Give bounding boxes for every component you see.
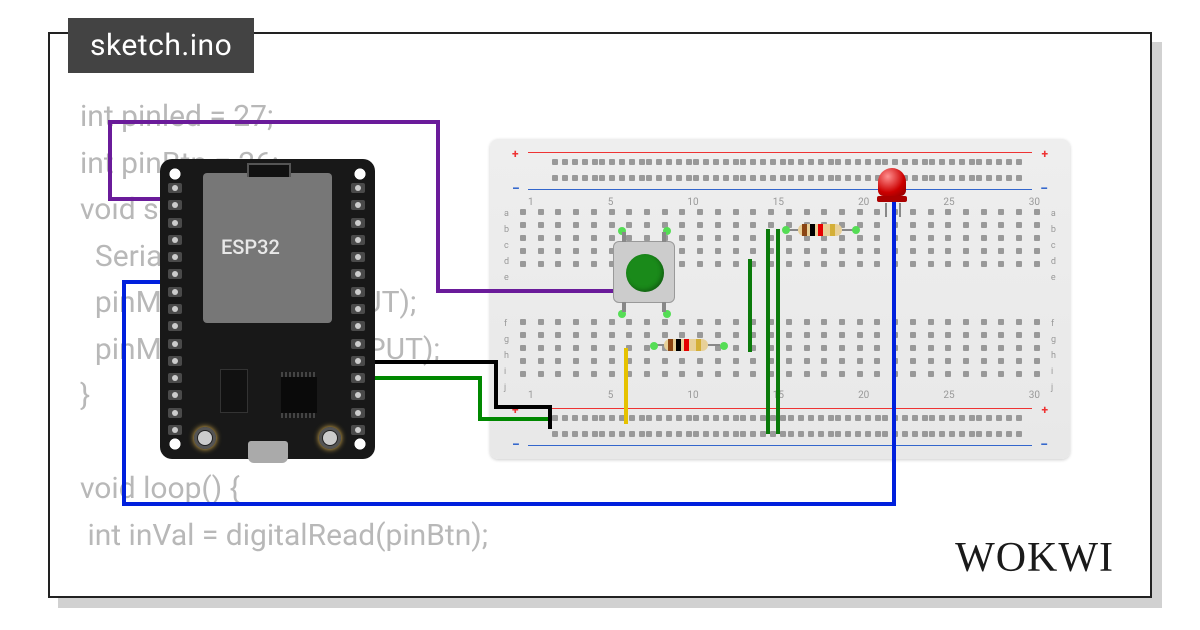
pin-header-right[interactable] [351, 183, 367, 435]
led-red[interactable] [878, 168, 906, 208]
chip-label: ESP32 [221, 235, 280, 259]
regulator-ic [220, 369, 248, 413]
terminal-strip-bottom[interactable] [520, 319, 1040, 384]
row-letters-tr: abcde [1051, 209, 1056, 283]
esp32-shield: ESP32 [203, 173, 332, 323]
resistor-1[interactable] [654, 339, 718, 351]
editor-frame: int pinled = 27; int pinBtn = 26; void s… [48, 32, 1152, 598]
esp32-board[interactable]: ESP32 [160, 159, 375, 459]
resistor-2[interactable] [788, 224, 852, 236]
row-letters-bl: fghij [504, 319, 509, 393]
connection-dot [720, 342, 728, 350]
connection-dot [650, 342, 658, 350]
usb-port [248, 441, 288, 463]
row-letters-tl: abcde [504, 209, 509, 283]
power-rail-top[interactable]: + + − − [508, 149, 1052, 193]
terminal-strip-top[interactable] [520, 209, 1040, 274]
en-button[interactable] [319, 427, 341, 449]
power-rail-bottom[interactable]: + + − − [508, 405, 1052, 449]
connection-dot [852, 226, 860, 234]
column-numbers-bottom: 151015202530 [528, 390, 1040, 401]
row-letters-br: fghij [1051, 319, 1056, 393]
boot-button[interactable] [194, 427, 216, 449]
file-tab[interactable]: sketch.ino [68, 18, 254, 73]
column-numbers-top: 151015202530 [528, 197, 1040, 208]
breadboard[interactable]: + + − − + + − − 151015202530 15101520253… [490, 139, 1070, 459]
usb-serial-ic [281, 377, 317, 413]
connection-dot [782, 226, 790, 234]
wokwi-logo: WOKWI [955, 534, 1114, 582]
pin-header-left[interactable] [168, 183, 184, 435]
pushbutton[interactable] [613, 241, 675, 303]
